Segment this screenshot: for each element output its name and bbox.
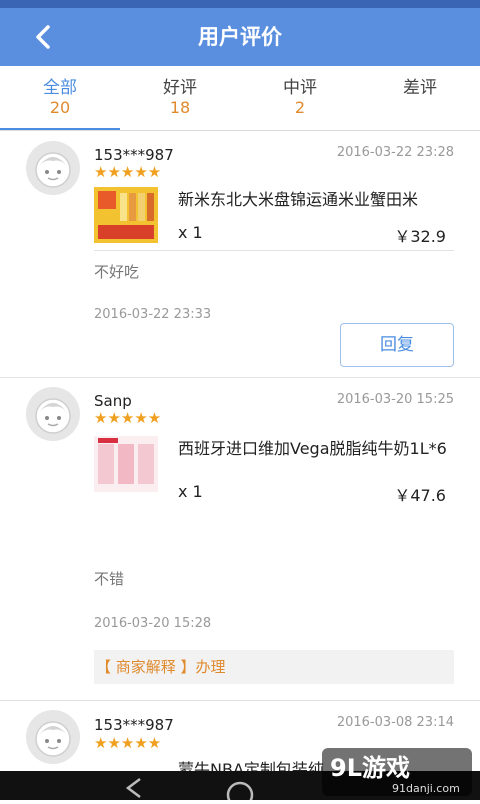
nav-back-icon bbox=[125, 778, 141, 798]
tab-label: 全部 bbox=[43, 78, 77, 98]
product-price: ￥47.6 bbox=[394, 486, 446, 505]
default-avatar-icon bbox=[35, 152, 71, 188]
review-list[interactable]: 153***987 2016-03-22 23:28 ★★★★★ 新米东北大米盘… bbox=[0, 131, 480, 771]
comment-date: 2016-03-20 15:28 bbox=[94, 616, 212, 631]
default-avatar-icon bbox=[35, 398, 71, 434]
avatar bbox=[26, 387, 80, 441]
tab-count: 20 bbox=[49, 98, 71, 117]
nav-home-icon bbox=[226, 781, 254, 804]
reviewer-name: Sanp bbox=[94, 392, 132, 410]
tab-label: 差评 bbox=[403, 78, 437, 98]
review-date: 2016-03-22 23:28 bbox=[336, 145, 454, 160]
rating-stars: ★★★★★ bbox=[94, 734, 162, 752]
app-header: 用户评价 bbox=[0, 8, 480, 66]
tab-good[interactable]: 好评 18 bbox=[120, 66, 240, 130]
tab-all[interactable]: 全部 20 bbox=[0, 66, 120, 130]
tab-neutral[interactable]: 中评 2 bbox=[240, 66, 360, 130]
rating-stars: ★★★★★ bbox=[94, 409, 162, 427]
tab-count: 2 bbox=[294, 98, 306, 117]
product-thumbnail[interactable] bbox=[94, 187, 158, 243]
review-date: 2016-03-08 23:14 bbox=[336, 715, 454, 730]
reviewer-name: 153***987 bbox=[94, 146, 174, 164]
active-tab-indicator bbox=[0, 128, 120, 130]
divider bbox=[94, 250, 454, 251]
rating-stars: ★★★★★ bbox=[94, 163, 162, 181]
reply-button[interactable]: 回复 bbox=[340, 323, 454, 367]
comment-date: 2016-03-22 23:33 bbox=[94, 307, 212, 322]
tab-label: 中评 bbox=[283, 78, 317, 98]
tab-count: 18 bbox=[169, 98, 191, 117]
product-thumbnail[interactable] bbox=[94, 436, 158, 492]
review-comment: 不好吃 bbox=[94, 263, 140, 281]
status-bar bbox=[0, 0, 480, 8]
product-name[interactable]: 西班牙进口维加Vega脱脂纯牛奶1L*6 bbox=[178, 438, 448, 460]
page-title: 用户评价 bbox=[198, 25, 282, 49]
review-date: 2016-03-20 15:25 bbox=[336, 392, 454, 407]
watermark-brand: 9L游戏 bbox=[330, 754, 410, 782]
watermark-url: 91danji.com bbox=[392, 782, 460, 795]
review-item: 153***987 2016-03-22 23:28 ★★★★★ 新米东北大米盘… bbox=[0, 131, 480, 378]
avatar bbox=[26, 141, 80, 195]
tab-label: 好评 bbox=[163, 78, 197, 98]
review-filter-tabs: 全部 20 好评 18 中评 2 差评 bbox=[0, 66, 480, 131]
watermark-graphic: 9L游戏 91danji.com bbox=[322, 748, 472, 796]
review-comment: 不错 bbox=[94, 570, 125, 588]
review-item: Sanp 2016-03-20 15:25 ★★★★★ 西班牙进口维加Vega脱… bbox=[0, 378, 480, 701]
tab-bad[interactable]: 差评 bbox=[360, 66, 480, 130]
avatar bbox=[26, 710, 80, 764]
merchant-reply: 【 商家解释 】办理 bbox=[94, 650, 454, 684]
product-name[interactable]: 新米东北大米盘锦运通米业蟹田米 bbox=[178, 189, 448, 211]
product-quantity: x 1 bbox=[178, 482, 203, 501]
product-price: ￥32.9 bbox=[394, 227, 446, 246]
watermark-logo: 9L游戏 91danji.com bbox=[322, 742, 472, 798]
product-quantity: x 1 bbox=[178, 223, 203, 242]
default-avatar-icon bbox=[35, 721, 71, 757]
reviewer-name: 153***987 bbox=[94, 716, 174, 734]
